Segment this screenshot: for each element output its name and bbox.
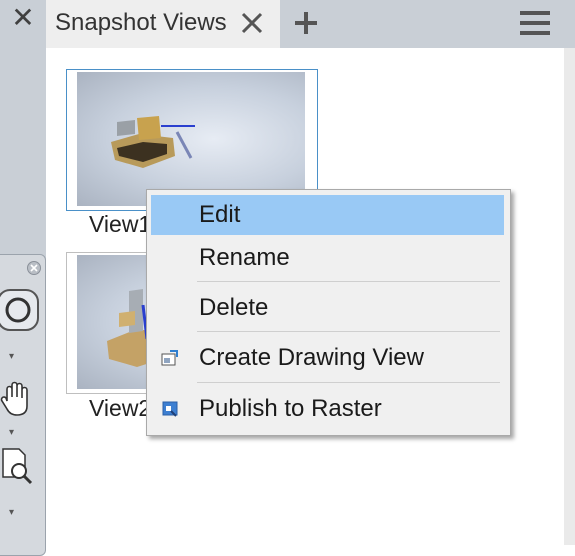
chevron-down-icon[interactable]: ▾ xyxy=(9,351,14,362)
menu-item-edit[interactable]: Edit xyxy=(151,195,504,235)
zoom-icon[interactable] xyxy=(0,289,39,331)
pan-hand-icon[interactable] xyxy=(0,379,35,419)
menu-item-label: Create Drawing View xyxy=(199,344,424,371)
left-panel-strip: ✕ ▾ ▾ ▾ xyxy=(0,0,46,556)
menu-item-label: Publish to Raster xyxy=(199,395,382,422)
menu-separator xyxy=(197,331,500,332)
scrollbar-track[interactable] xyxy=(564,48,575,545)
chevron-down-icon[interactable]: ▾ xyxy=(9,507,14,518)
navigation-palette: ▾ ▾ ▾ xyxy=(0,254,46,556)
chevron-down-icon[interactable]: ▾ xyxy=(9,427,14,438)
tab-bar: Snapshot Views xyxy=(46,0,575,48)
hamburger-menu-icon[interactable] xyxy=(518,8,552,38)
menu-separator xyxy=(197,382,500,383)
close-icon[interactable] xyxy=(27,261,41,275)
snapshot-label: View1 xyxy=(89,211,152,237)
drawing-view-icon xyxy=(161,350,178,366)
snapshot-label: View2 xyxy=(89,395,152,421)
context-menu: Edit Rename Delete Create Drawing View P… xyxy=(146,189,511,436)
model-preview-image xyxy=(77,72,305,206)
menu-item-label: Delete xyxy=(199,294,269,321)
tab-title: Snapshot Views xyxy=(55,9,227,36)
close-icon[interactable]: ✕ xyxy=(0,0,46,34)
menu-item-label: Edit xyxy=(199,201,241,228)
menu-separator xyxy=(197,281,500,282)
menu-item-publish-to-raster[interactable]: Publish to Raster xyxy=(151,389,504,429)
menu-item-create-drawing-view[interactable]: Create Drawing View xyxy=(151,338,504,378)
zoom-window-icon[interactable] xyxy=(0,447,35,487)
menu-item-label: Rename xyxy=(199,244,290,271)
menu-item-rename[interactable]: Rename xyxy=(151,238,504,278)
plus-icon[interactable] xyxy=(292,9,320,37)
raster-image-icon xyxy=(162,401,178,417)
menu-item-delete[interactable]: Delete xyxy=(151,288,504,328)
close-icon[interactable] xyxy=(239,10,265,36)
tab-snapshot-views[interactable]: Snapshot Views xyxy=(46,0,280,48)
